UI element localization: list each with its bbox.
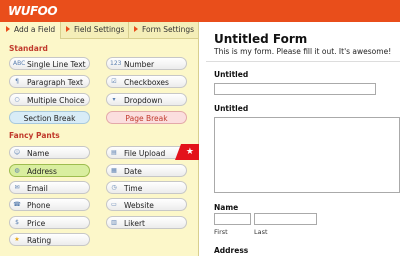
section-break-button[interactable]: Section Break (9, 111, 90, 124)
button-label: Page Break (125, 114, 168, 123)
address-button[interactable]: ◍ Address (9, 164, 90, 177)
button-label: Time (124, 184, 143, 193)
email-button[interactable]: ✉ Email (9, 181, 90, 194)
tab-field-settings[interactable]: Field Settings (60, 22, 129, 38)
number-button[interactable]: 123 Number (106, 57, 187, 70)
last-name-input[interactable] (254, 213, 317, 225)
globe-icon: ◍ (14, 167, 20, 174)
name-field-label[interactable]: Name (214, 203, 238, 212)
top-bar: WUFOO (0, 0, 400, 22)
phone-button[interactable]: ☎ Phone (9, 198, 90, 211)
first-name-input[interactable] (214, 213, 251, 225)
button-label: Phone (27, 201, 51, 210)
tab-label: Field Settings (74, 25, 125, 34)
tab-label: Add a Field (14, 25, 56, 34)
website-icon: ▭ (111, 201, 117, 208)
arrow-icon (66, 26, 70, 32)
calendar-icon: ▦ (111, 167, 117, 174)
file-icon: ▤ (111, 149, 117, 156)
paragraph-icon: ¶ (15, 78, 19, 85)
tab-add-a-field[interactable]: Add a Field (0, 22, 61, 39)
phone-icon: ☎ (13, 201, 21, 208)
fancy-pants-section-title: Fancy Pants (9, 131, 60, 140)
button-label: Paragraph Text (27, 78, 83, 87)
wufoo-logo[interactable]: WUFOO (8, 3, 58, 19)
multiple-choice-button[interactable]: ○ Multiple Choice (9, 93, 90, 106)
first-sublabel: First (214, 228, 228, 236)
button-label: Checkboxes (124, 78, 169, 87)
name-button[interactable]: ☺ Name (9, 146, 90, 159)
button-label: Name (27, 149, 50, 158)
sidebar-tabs: Add a Field Field Settings Form Settings (0, 22, 199, 39)
file-upload-button[interactable]: ▤ File Upload (106, 146, 187, 159)
arrow-icon (6, 26, 10, 32)
page-break-button[interactable]: Page Break (106, 111, 187, 124)
divider (206, 61, 400, 62)
logo-text: WUFOO (8, 4, 58, 18)
number-icon: 123 (110, 60, 122, 67)
button-label: Price (27, 219, 46, 228)
likert-icon: ▥ (111, 219, 117, 226)
standard-section-title: Standard (9, 44, 48, 53)
button-label: Likert (124, 219, 145, 228)
radio-icon: ○ (14, 96, 20, 103)
address-field-label[interactable]: Address (214, 246, 248, 255)
button-label: Number (124, 60, 155, 69)
button-label: Website (124, 201, 154, 210)
single-line-input[interactable] (214, 83, 376, 95)
button-label: Dropdown (124, 96, 163, 105)
form-title[interactable]: Untitled Form (214, 32, 307, 46)
price-button[interactable]: $ Price (9, 216, 90, 229)
button-label: Email (27, 184, 48, 193)
dropdown-icon: ▾ (112, 96, 116, 103)
paragraph-text-button[interactable]: ¶ Paragraph Text (9, 75, 90, 88)
email-icon: ✉ (14, 184, 20, 191)
website-button[interactable]: ▭ Website (106, 198, 187, 211)
arrow-icon (134, 26, 138, 32)
button-label: File Upload (124, 149, 166, 158)
button-label: Section Break (23, 114, 76, 123)
checkbox-icon: ☑ (111, 78, 117, 85)
star-icon: ★ (14, 236, 20, 243)
form-description[interactable]: This is my form. Please fill it out. It'… (214, 47, 391, 56)
single-line-text-button[interactable]: ABC Single Line Text (9, 57, 90, 70)
tab-form-settings[interactable]: Form Settings (128, 22, 199, 38)
time-button[interactable]: ◷ Time (106, 181, 187, 194)
checkboxes-button[interactable]: ☑ Checkboxes (106, 75, 187, 88)
button-label: Single Line Text (27, 60, 86, 69)
button-label: Address (27, 167, 57, 176)
date-button[interactable]: ▦ Date (106, 164, 187, 177)
field-label[interactable]: Untitled (214, 70, 248, 79)
paragraph-textarea[interactable] (214, 117, 400, 193)
field-label[interactable]: Untitled (214, 104, 248, 113)
likert-button[interactable]: ▥ Likert (106, 216, 187, 229)
person-icon: ☺ (13, 149, 21, 156)
clock-icon: ◷ (111, 184, 117, 191)
last-sublabel: Last (254, 228, 268, 236)
button-label: Date (124, 167, 142, 176)
rating-button[interactable]: ★ Rating (9, 233, 90, 246)
dropdown-button[interactable]: ▾ Dropdown (106, 93, 187, 106)
price-icon: $ (15, 219, 19, 226)
abc-icon: ABC (13, 60, 26, 67)
button-label: Multiple Choice (27, 96, 85, 105)
tab-label: Form Settings (142, 25, 195, 34)
button-label: Rating (27, 236, 52, 245)
